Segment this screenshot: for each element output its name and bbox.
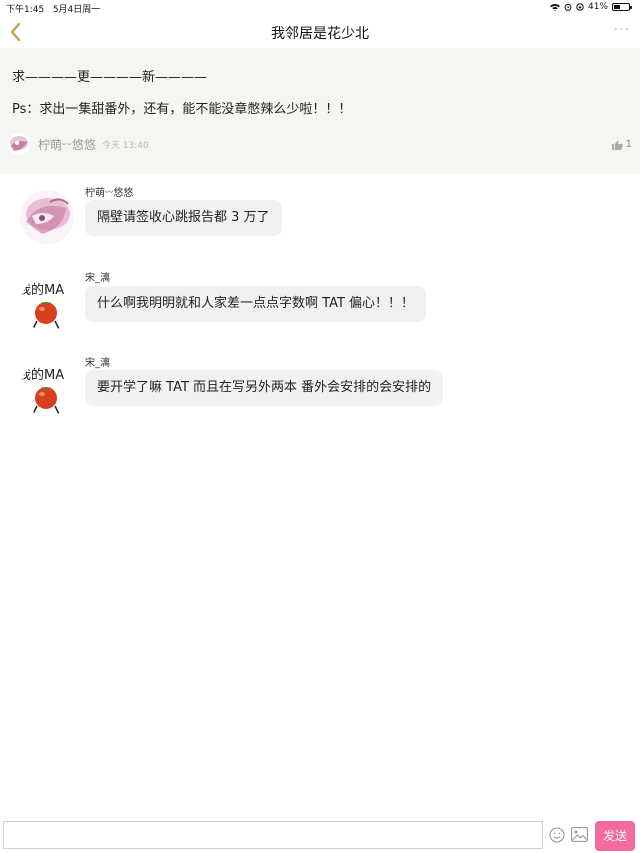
status-right: 41%	[549, 2, 632, 12]
status-time-date: 下午1:45 5月4日周一	[6, 5, 101, 15]
reply-avatar[interactable]	[20, 190, 74, 244]
send-button[interactable]: 发送	[595, 821, 635, 851]
battery-icon	[612, 3, 632, 11]
main-comment: 求————更————新———— Ps：求出一集甜番外，还有，能不能没章憋辣么少啦…	[0, 48, 640, 174]
emoji-icon[interactable]	[549, 827, 565, 843]
post-time: 今天 13:40	[101, 140, 149, 151]
orientation-lock-icon	[576, 3, 584, 11]
reply-avatar[interactable]: 我的MA	[20, 362, 74, 416]
image-icon[interactable]	[571, 827, 588, 842]
post-text-line-2: Ps：求出一集甜番外，还有，能不能没章憋辣么少啦！！！	[12, 102, 352, 117]
alarm-icon	[564, 3, 572, 11]
battery-percent: 41%	[587, 2, 608, 12]
avatar-text: 我的MA	[20, 367, 64, 383]
like-count: 1	[625, 139, 632, 150]
reply-author[interactable]: 柠萌ᵕᵕ悠悠	[85, 184, 133, 199]
input-bar: 发送	[0, 818, 640, 853]
like-button[interactable]: 1	[611, 139, 632, 150]
post-text-line-1: 求————更————新————	[12, 70, 208, 85]
comment-input[interactable]	[3, 821, 543, 849]
battery-fill	[614, 5, 620, 9]
reply-bubble: 隔壁请签收心跳报告都 3 万了	[85, 200, 282, 236]
reply-avatar[interactable]: 我的MA	[20, 277, 74, 331]
reply-bubble: 要开学了嘛 TAT 而且在写另外两本 番外会安排的会安排的	[85, 370, 444, 406]
author-name[interactable]: 柠萌ᵕᵕ悠悠	[38, 136, 96, 153]
nav-bar: 我邻居是花少北 ···	[0, 16, 640, 48]
reply-author[interactable]: 宋_漓	[85, 354, 110, 369]
more-options-icon[interactable]: ···	[614, 22, 630, 38]
page-title: 我邻居是花少北	[271, 26, 369, 42]
wifi-icon	[549, 4, 560, 11]
reply-bubble: 什么啊我明明就和人家差一点点字数啊 TAT 偏心！！！	[85, 286, 427, 322]
avatar-text: 我的MA	[20, 282, 64, 298]
status-bar: 下午1:45 5月4日周一 41%	[0, 0, 640, 16]
author-avatar[interactable]	[8, 133, 30, 155]
thumbs-up-icon	[611, 140, 623, 150]
reply-author[interactable]: 宋_漓	[85, 269, 110, 284]
post-meta: 柠萌ᵕᵕ悠悠 今天 13:40	[8, 133, 149, 155]
